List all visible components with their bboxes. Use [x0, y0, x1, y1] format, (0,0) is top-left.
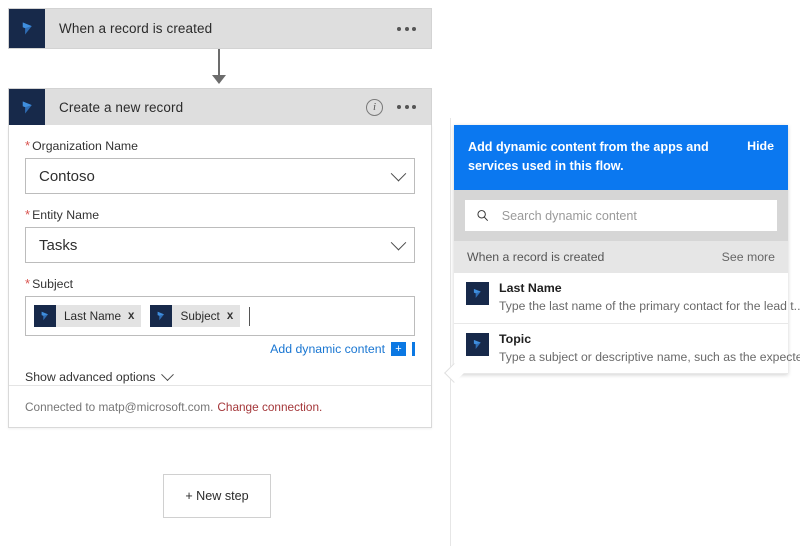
organization-name-value: Contoso — [39, 168, 393, 185]
chevron-down-icon — [391, 165, 407, 181]
see-more-link[interactable]: See more — [722, 250, 775, 264]
required-asterisk: * — [25, 277, 30, 290]
dynamic-content-search-wrap — [454, 190, 788, 241]
connection-text: Connected to matp@microsoft.com. — [25, 400, 213, 414]
chevron-down-icon — [161, 368, 174, 381]
change-connection-link[interactable]: Change connection. — [217, 400, 322, 414]
dynamics365-glyph — [471, 287, 484, 300]
show-advanced-options-label: Show advanced options — [25, 370, 156, 384]
dynamics365-glyph — [19, 20, 36, 37]
add-dynamic-content-row[interactable]: Add dynamic content + — [25, 342, 415, 356]
dynamic-content-panel: Add dynamic content from the apps and se… — [454, 125, 788, 374]
dynamics365-icon — [9, 89, 45, 125]
dynamics365-icon — [466, 282, 489, 305]
dynamic-content-header: Add dynamic content from the apps and se… — [454, 125, 788, 190]
trigger-card-actions — [397, 27, 431, 31]
list-item-name: Topic — [499, 331, 800, 347]
search-input[interactable] — [500, 208, 766, 224]
entity-name-value: Tasks — [39, 237, 393, 254]
group-title: When a record is created — [467, 250, 604, 264]
add-dynamic-content-icon[interactable]: + — [391, 342, 406, 356]
action-card-body: * Organization Name Contoso * Entity Nam… — [8, 125, 432, 428]
required-asterisk: * — [25, 139, 30, 152]
organization-name-select[interactable]: Contoso — [25, 158, 415, 194]
more-options-icon[interactable] — [397, 105, 416, 109]
text-caret — [249, 307, 250, 326]
token-label: Subject — [172, 309, 226, 323]
dynamics365-icon — [466, 333, 489, 356]
list-item-description: Type a subject or descriptive name, such… — [499, 349, 800, 365]
close-icon[interactable]: x — [227, 310, 240, 322]
dynamic-content-group-header: When a record is created See more — [454, 241, 788, 273]
list-item-name: Last Name — [499, 280, 800, 296]
action-card-title: Create a new record — [45, 100, 366, 115]
token-label: Last Name — [56, 309, 128, 323]
subject-label: * Subject — [25, 277, 415, 291]
add-dynamic-content-bar — [412, 342, 415, 356]
entity-name-label: * Entity Name — [25, 208, 415, 222]
organization-name-label-text: Organization Name — [32, 139, 138, 153]
dynamics365-glyph — [39, 310, 51, 322]
list-item[interactable]: Topic Type a subject or descriptive name… — [454, 324, 788, 375]
info-icon[interactable]: i — [366, 99, 383, 116]
trigger-card[interactable]: When a record is created — [8, 8, 432, 49]
required-asterisk: * — [25, 208, 30, 221]
subject-input[interactable]: Last Name x Subject x — [25, 296, 415, 336]
add-dynamic-content-link[interactable]: Add dynamic content — [270, 342, 385, 356]
entity-name-label-text: Entity Name — [32, 208, 99, 222]
flow-designer-canvas: When a record is created Create a new re… — [0, 0, 800, 546]
hide-panel-button[interactable]: Hide — [747, 138, 774, 153]
trigger-card-title: When a record is created — [45, 21, 397, 36]
show-advanced-options-toggle[interactable]: Show advanced options — [9, 356, 431, 384]
list-item-description: Type the last name of the primary contac… — [499, 298, 800, 314]
dynamics365-icon — [9, 9, 45, 48]
new-step-button[interactable]: + New step — [163, 474, 271, 518]
organization-name-label: * Organization Name — [25, 139, 415, 153]
more-options-icon[interactable] — [397, 27, 416, 31]
dynamics365-icon — [34, 305, 56, 327]
entity-name-select[interactable]: Tasks — [25, 227, 415, 263]
subject-label-text: Subject — [32, 277, 73, 291]
panel-divider — [450, 118, 451, 546]
action-fields: * Organization Name Contoso * Entity Nam… — [9, 125, 431, 356]
flow-connector-arrow-icon — [212, 75, 226, 84]
search-icon — [476, 208, 490, 223]
list-item[interactable]: Last Name Type the last name of the prim… — [454, 273, 788, 324]
token-subject[interactable]: Subject x — [150, 305, 240, 327]
dynamics365-glyph — [155, 310, 167, 322]
action-card-header[interactable]: Create a new record i — [8, 88, 432, 125]
chevron-down-icon — [391, 234, 407, 250]
dynamics365-icon — [150, 305, 172, 327]
dynamics365-glyph — [19, 99, 36, 116]
action-card-actions: i — [366, 99, 431, 116]
dynamic-content-header-text: Add dynamic content from the apps and se… — [468, 138, 737, 176]
dynamics365-glyph — [471, 338, 484, 351]
token-last-name[interactable]: Last Name x — [34, 305, 141, 327]
connection-footer: Connected to matp@microsoft.com. Change … — [9, 385, 431, 427]
close-icon[interactable]: x — [128, 310, 141, 322]
search-box[interactable] — [465, 200, 777, 231]
